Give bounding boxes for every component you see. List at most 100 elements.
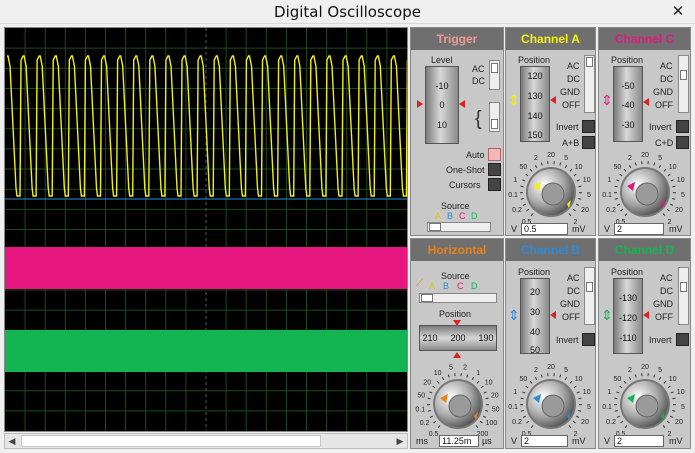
dial-tick-label: 5 [658, 155, 662, 162]
dial-tick-label: 50 [519, 376, 527, 383]
timebase-value[interactable]: 11.25m [439, 435, 479, 447]
scroll-thumb[interactable] [21, 435, 321, 447]
channel-d-position-scale[interactable]: -130 -120 -110 [613, 278, 643, 354]
dial-tick [559, 162, 562, 166]
channel-d-coupling-slider[interactable] [678, 267, 689, 325]
dial-tick-label: 5 [564, 155, 568, 162]
channel-d-invert-button[interactable] [676, 333, 689, 346]
dial-tick [530, 213, 534, 217]
dial-tick [578, 397, 582, 400]
dial-tick [576, 415, 580, 418]
channel-d-invert-label: Invert [649, 335, 672, 345]
dial-tick-label: 5 [587, 404, 591, 411]
dial-tick [572, 420, 576, 424]
channel-b-invert-button[interactable] [582, 333, 595, 346]
channel-a-position-scale[interactable]: 120 130 140 150 [520, 66, 550, 142]
dial-tick-label: 50 [519, 164, 527, 171]
horizontal-source-c: C [457, 281, 464, 291]
dial-tick [437, 425, 441, 429]
dial-tick-label: 20 [675, 419, 683, 426]
channel-a-value[interactable]: 0.5 [521, 223, 568, 235]
channel-b-volts-dial[interactable]: 0.50.20.11502 20 510105202 [508, 360, 594, 436]
channel-a-volts-dial[interactable]: 0.50.20.11502 20 510105202 [508, 148, 594, 224]
position-tick: 30 [529, 307, 540, 317]
dial-tick-label: 0.1 [508, 404, 518, 411]
channel-d-volts-dial[interactable]: 0.50.20.11502 20 510105202 [602, 360, 688, 436]
channel-a-title: Channel A [506, 28, 595, 50]
horizontal-source-slider[interactable] [419, 293, 497, 303]
dial-tick-label: 100 [486, 420, 498, 427]
channel-d-position-arrow-icon: ⇕ [601, 307, 613, 323]
channel-a-position-arrow-icon: ⇕ [508, 92, 520, 108]
dial-tick-label: 5 [587, 192, 591, 199]
dial-tick [569, 168, 573, 172]
channel-b-invert-label: Invert [556, 335, 579, 345]
dial-tick [429, 415, 433, 418]
dial-tick [623, 168, 627, 172]
auto-label: Auto [466, 150, 485, 160]
channel-d-trace [5, 330, 407, 372]
dial-tick [663, 168, 667, 172]
horizontal-position-scale[interactable]: 210 200 190 [419, 325, 497, 351]
dial-tick [670, 391, 674, 394]
horizontal-position-label: Position [439, 309, 472, 319]
dial-tick [520, 198, 524, 200]
trigger-coupling-slider[interactable] [489, 60, 500, 90]
oneshot-button[interactable] [488, 163, 501, 176]
dial-tick-label: 10 [583, 177, 591, 184]
dial-tick [672, 410, 676, 412]
position-tick: 50 [529, 345, 540, 355]
scope-display[interactable] [4, 27, 408, 432]
dial-tick-label: 0.1 [602, 404, 612, 411]
dial-tick-label: 20 [491, 392, 499, 399]
channel-c-position-scale[interactable]: -50 -40 -30 [613, 66, 643, 142]
position-tick: 40 [529, 327, 540, 337]
channel-d-panel: Channel D Position -130 -120 -110 ⇕ AC D… [598, 238, 691, 449]
channel-b-position-scale[interactable]: 20 30 40 50 [520, 278, 550, 355]
dial-tick [564, 377, 568, 381]
channel-c-off: OFF [655, 100, 673, 110]
channel-d-value[interactable]: 2 [614, 435, 664, 447]
dial-tick [616, 391, 620, 394]
channel-c-volts-dial[interactable]: 0.50.20.11502 20 510105202 [602, 148, 688, 224]
auto-button[interactable] [488, 148, 501, 161]
dial-tick [522, 203, 526, 206]
channel-c-invert-button[interactable] [676, 120, 689, 133]
dial-cap [635, 394, 659, 418]
channel-a-invert-button[interactable] [582, 120, 595, 133]
dial-tick-label: 10 [677, 389, 685, 396]
trigger-source-d: D [471, 211, 478, 221]
dial-tick [662, 213, 666, 217]
timebase-dial[interactable]: 0.50.20.15020105 21102050100200 [413, 360, 503, 436]
dial-tick [616, 415, 620, 418]
dial-tick-label: 1 [476, 370, 480, 377]
level-scale[interactable]: -10 0 10 [425, 66, 459, 144]
close-icon[interactable]: ✕ [669, 3, 687, 21]
dial-tick-label: 20 [423, 380, 431, 387]
dial-tick-label: 10 [434, 370, 442, 377]
dial-tick-label: 20 [675, 207, 683, 214]
channel-c-dc: DC [660, 74, 673, 84]
horizontal-ramp-icon: ⟋ [416, 277, 424, 289]
dial-tick [614, 185, 618, 188]
horizontal-scrollbar[interactable]: ◀ ▶ [4, 433, 408, 449]
channel-a-invert-label: Invert [556, 122, 579, 132]
channel-c-value[interactable]: 2 [614, 223, 664, 235]
scope-traces [5, 28, 407, 431]
channel-a-coupling-slider[interactable] [584, 55, 595, 113]
level-marker-icon [459, 100, 465, 108]
channel-a-v-unit: V [511, 224, 518, 234]
cursors-button[interactable] [488, 178, 501, 191]
trigger-source-slider[interactable] [427, 222, 491, 232]
dial-tick [672, 397, 676, 400]
channel-a-marker-icon [550, 96, 556, 104]
channel-c-coupling-slider[interactable] [678, 55, 689, 113]
dial-tick [436, 380, 440, 384]
scroll-right-icon[interactable]: ▶ [393, 434, 407, 448]
channel-b-value[interactable]: 2 [521, 435, 568, 447]
scroll-left-icon[interactable]: ◀ [5, 434, 19, 448]
trigger-source-b: B [447, 211, 454, 221]
channel-b-position-label: Position [518, 267, 551, 277]
trigger-edge-slider[interactable] [489, 102, 500, 132]
channel-b-coupling-slider[interactable] [584, 267, 595, 325]
